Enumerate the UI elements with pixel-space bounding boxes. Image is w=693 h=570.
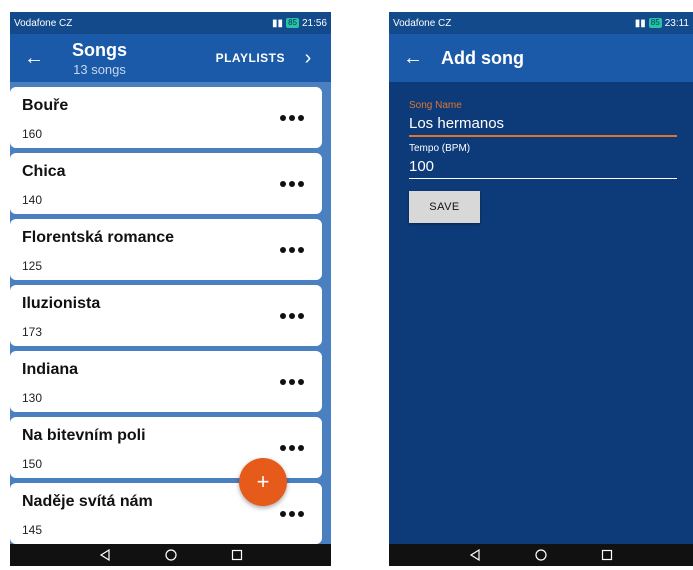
song-count: 13 songs — [73, 61, 126, 77]
list-item[interactable]: Florentská romance 125 — [10, 219, 322, 280]
song-tempo: 140 — [22, 193, 43, 207]
carrier-label: Vodafone CZ — [14, 17, 73, 29]
arrow-left-icon: ← — [403, 46, 423, 69]
more-horizontal-icon[interactable] — [277, 175, 304, 187]
more-horizontal-icon[interactable] — [277, 439, 304, 451]
clock: 23:11 — [664, 17, 689, 29]
battery-icon: 85 — [286, 18, 299, 28]
tempo-input[interactable] — [409, 154, 677, 179]
chevron-right-icon[interactable]: › — [293, 34, 323, 82]
square-recents-icon[interactable] — [599, 547, 615, 563]
list-item[interactable]: Bouře 160 — [10, 87, 322, 148]
list-item[interactable]: Indiana 130 — [10, 351, 322, 412]
playlists-button[interactable]: PLAYLISTS — [216, 34, 285, 82]
back-button[interactable]: ← — [389, 34, 437, 82]
triangle-back-icon[interactable] — [467, 547, 483, 563]
app-bar: ← Songs 13 songs PLAYLISTS › — [10, 34, 331, 82]
song-tempo: 160 — [22, 127, 43, 141]
back-button[interactable]: ← — [10, 34, 58, 82]
song-tempo: 173 — [22, 325, 43, 339]
arrow-left-icon: ← — [24, 46, 44, 69]
more-horizontal-icon[interactable] — [277, 505, 304, 517]
status-bar: Vodafone CZ ▮▮ 85 23:11 — [389, 12, 693, 34]
carrier-label: Vodafone CZ — [393, 17, 452, 29]
tempo-label: Tempo (BPM) — [409, 143, 471, 154]
more-horizontal-icon[interactable] — [277, 307, 304, 319]
song-tempo: 125 — [22, 259, 43, 273]
signal-icon: ▮▮ — [272, 17, 284, 29]
song-tempo: 130 — [22, 391, 43, 405]
circle-home-icon[interactable] — [163, 547, 179, 563]
list-item[interactable]: Chica 140 — [10, 153, 322, 214]
triangle-back-icon[interactable] — [97, 547, 113, 563]
song-name-label: Song Name — [409, 100, 462, 111]
more-horizontal-icon[interactable] — [277, 109, 304, 121]
system-nav-bar — [10, 544, 331, 566]
more-horizontal-icon[interactable] — [277, 373, 304, 385]
add-song-fab[interactable]: + — [239, 458, 287, 506]
add-song-form: Song Name Tempo (BPM) SAVE — [389, 82, 693, 223]
more-horizontal-icon[interactable] — [277, 241, 304, 253]
system-nav-bar — [389, 544, 693, 566]
add-song-screen: Vodafone CZ ▮▮ 85 23:11 ← Add song Song … — [389, 12, 693, 566]
circle-home-icon[interactable] — [533, 547, 549, 563]
page-title: Songs — [72, 39, 128, 60]
song-name-input[interactable] — [409, 111, 677, 137]
signal-icon: ▮▮ — [634, 17, 646, 29]
song-tempo: 145 — [22, 523, 43, 537]
clock: 21:56 — [301, 17, 327, 29]
page-title: Add song — [441, 47, 524, 68]
save-button[interactable]: SAVE — [409, 191, 480, 223]
app-bar: ← Add song — [389, 34, 693, 82]
list-item[interactable]: Iluzionista 173 — [10, 285, 322, 346]
status-bar: Vodafone CZ ▮▮ 85 21:56 — [10, 12, 331, 34]
songs-screen: Vodafone CZ ▮▮ 85 21:56 ← Songs 13 songs… — [10, 12, 331, 566]
battery-icon: 85 — [648, 18, 662, 28]
square-recents-icon[interactable] — [229, 547, 245, 563]
